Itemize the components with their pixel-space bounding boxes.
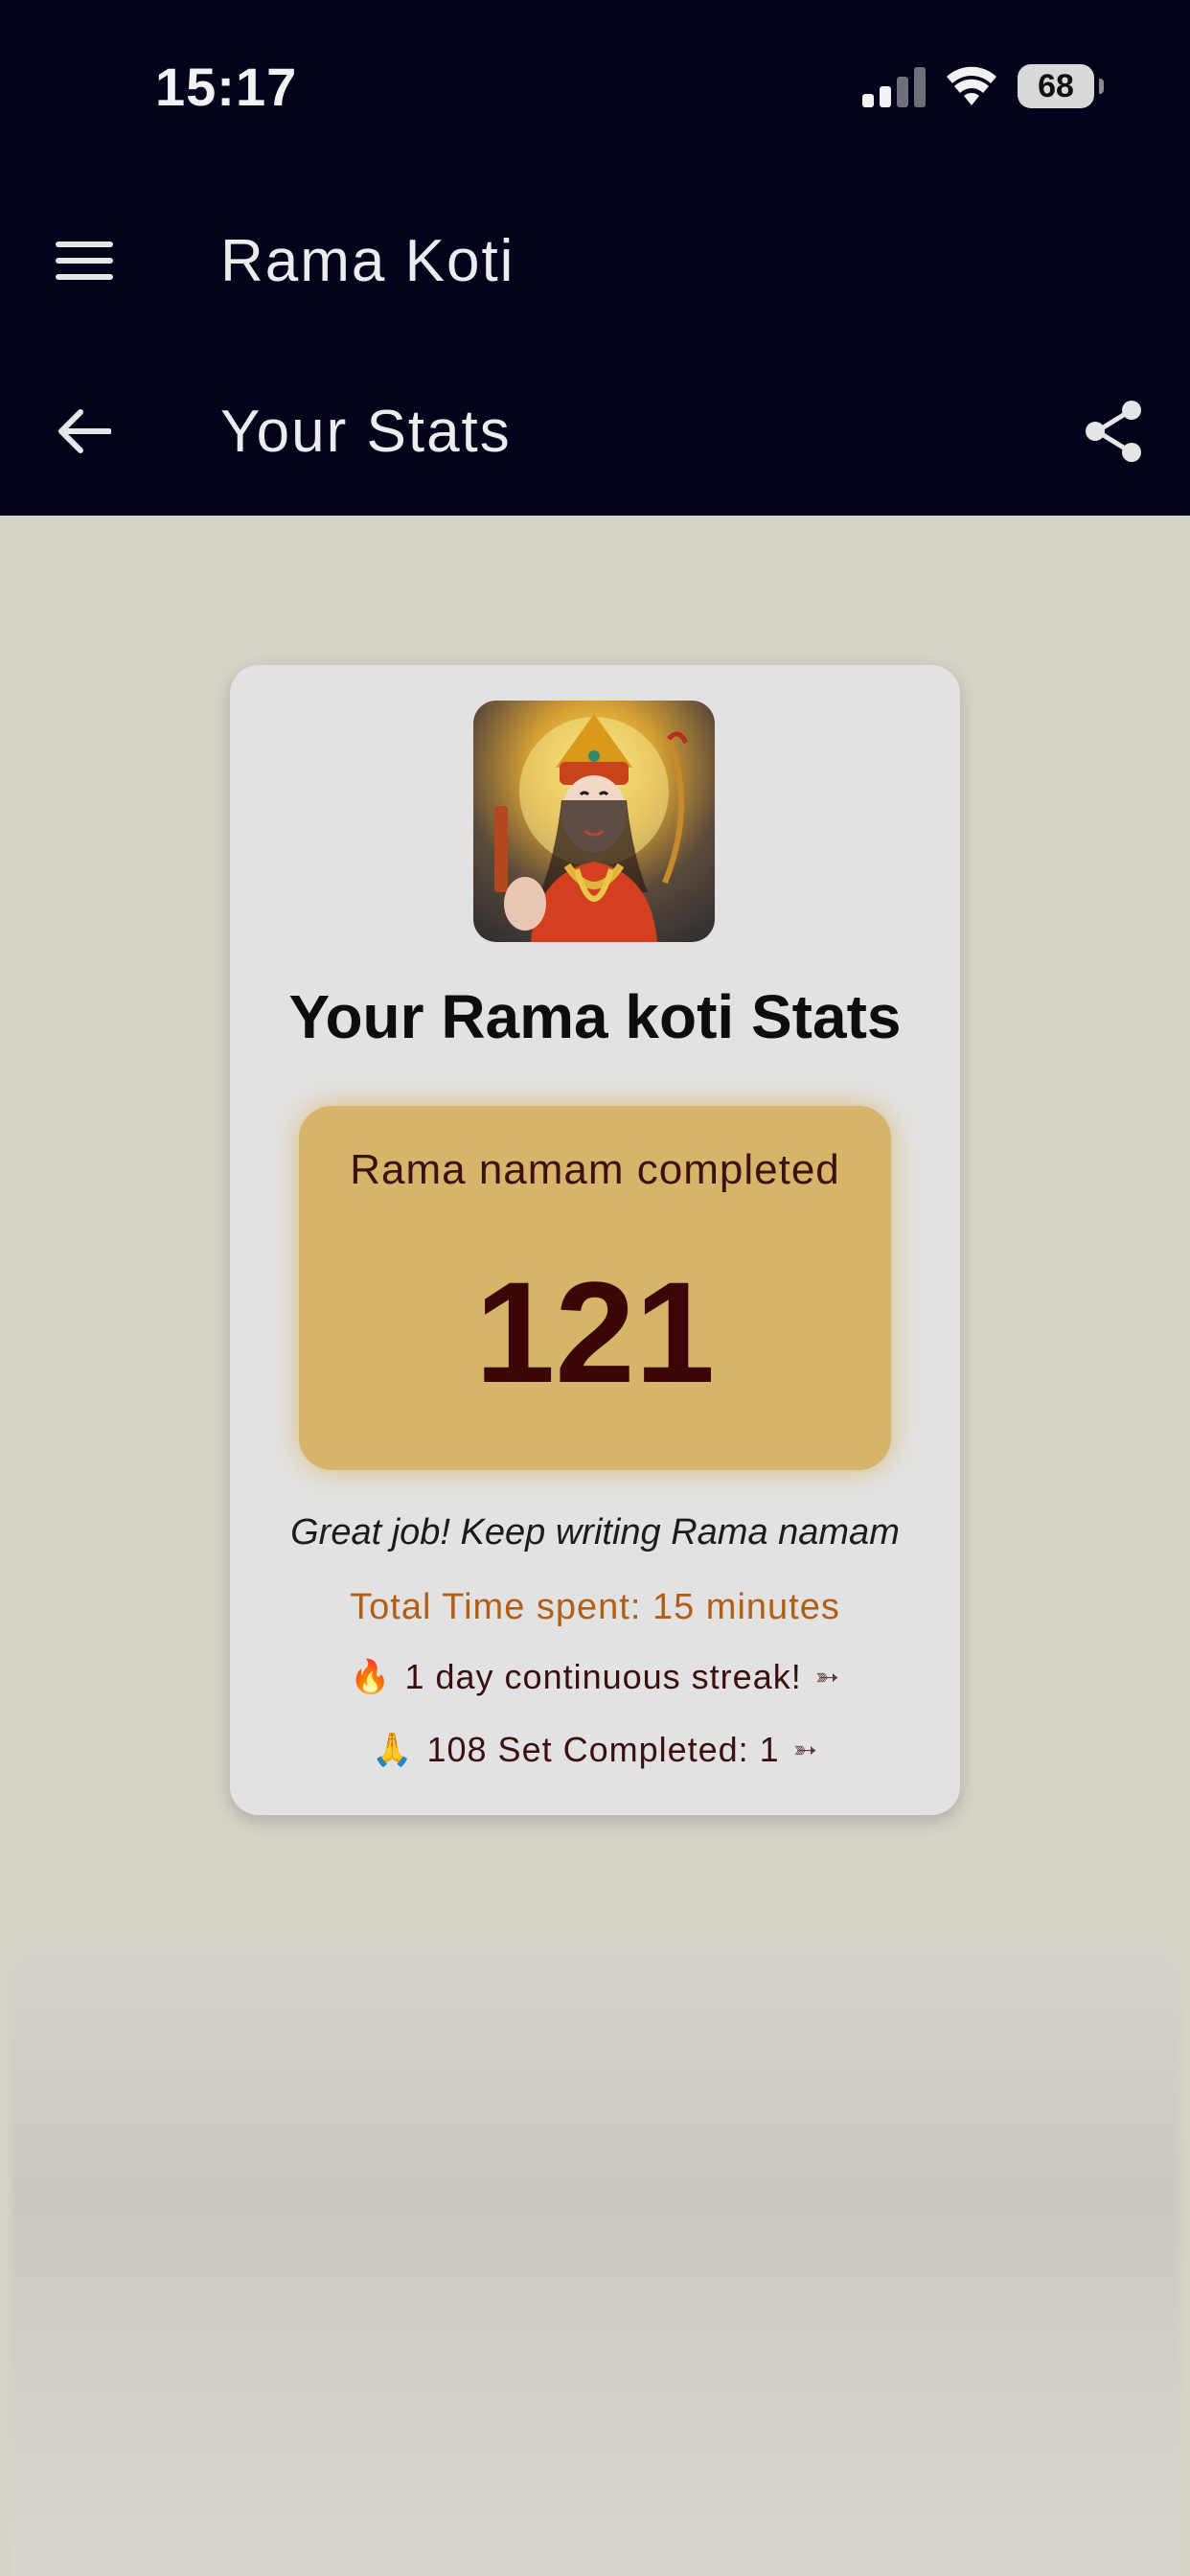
hamburger-menu-icon: [56, 242, 113, 280]
sub-bar: Your Stats: [0, 383, 1190, 479]
app-bar: Rama Koti: [0, 213, 1190, 309]
count-value: 121: [474, 1252, 716, 1413]
count-label: Rama namam completed: [350, 1146, 840, 1193]
streak-line: 🔥 1 day continuous streak! ➳: [230, 1657, 960, 1697]
page-title: Your Stats: [220, 398, 512, 465]
count-box: Rama namam completed 121: [299, 1106, 891, 1470]
time-spent-text: Total Time spent: 15 minutes: [350, 1587, 840, 1627]
share-button[interactable]: [1075, 393, 1152, 470]
card-title: Your Rama koti Stats: [288, 982, 902, 1051]
encouragement-text: Great job! Keep writing Rama namam: [290, 1512, 900, 1552]
fire-icon: 🔥: [350, 1659, 392, 1695]
back-button[interactable]: [48, 395, 121, 468]
back-arrow-icon: [58, 409, 111, 453]
bow-arrow-icon: ➳: [814, 1661, 840, 1693]
app-header-area: 15:17 68 Rama Koti Your Stats: [0, 0, 1190, 516]
status-time: 15:17: [155, 57, 298, 117]
sets-text: 108 Set Completed: 1: [426, 1730, 780, 1769]
menu-button[interactable]: [48, 224, 121, 297]
lord-rama-image: [473, 701, 715, 942]
share-icon: [1086, 401, 1141, 462]
streak-text: 1 day continuous streak!: [404, 1657, 802, 1696]
status-icons: 68: [862, 61, 1104, 111]
sets-line: 🙏 108 Set Completed: 1 ➳: [230, 1730, 960, 1770]
battery-indicator: 68: [1018, 64, 1104, 108]
bow-arrow-icon: ➳: [792, 1734, 818, 1766]
wifi-icon: [947, 66, 996, 105]
folded-hands-icon: 🙏: [372, 1732, 414, 1768]
app-title: Rama Koti: [220, 227, 515, 294]
blurred-content-area: [10, 1945, 1180, 2576]
stats-card: Your Rama koti Stats Rama namam complete…: [230, 665, 960, 1815]
cellular-signal-icon: [862, 65, 926, 107]
